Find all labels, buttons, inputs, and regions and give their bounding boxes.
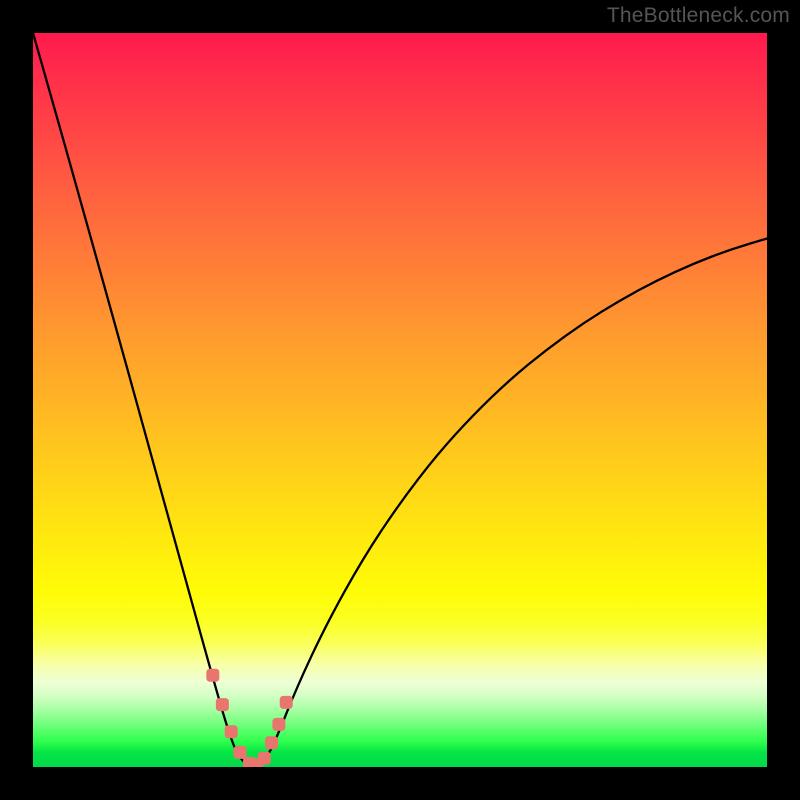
curve-marker [225,725,238,738]
plot-area [33,33,767,767]
curve-marker [233,746,246,759]
bottleneck-curve [33,33,767,766]
curve-markers [206,669,292,767]
curve-marker [206,669,219,682]
curve-marker [272,718,285,731]
curve-marker [216,698,229,711]
curve-marker [258,752,271,765]
chart-frame: TheBottleneck.com [0,0,800,800]
curve-marker [280,696,293,709]
curve-marker [265,736,278,749]
curve-layer [33,33,767,767]
watermark-text: TheBottleneck.com [607,4,790,28]
